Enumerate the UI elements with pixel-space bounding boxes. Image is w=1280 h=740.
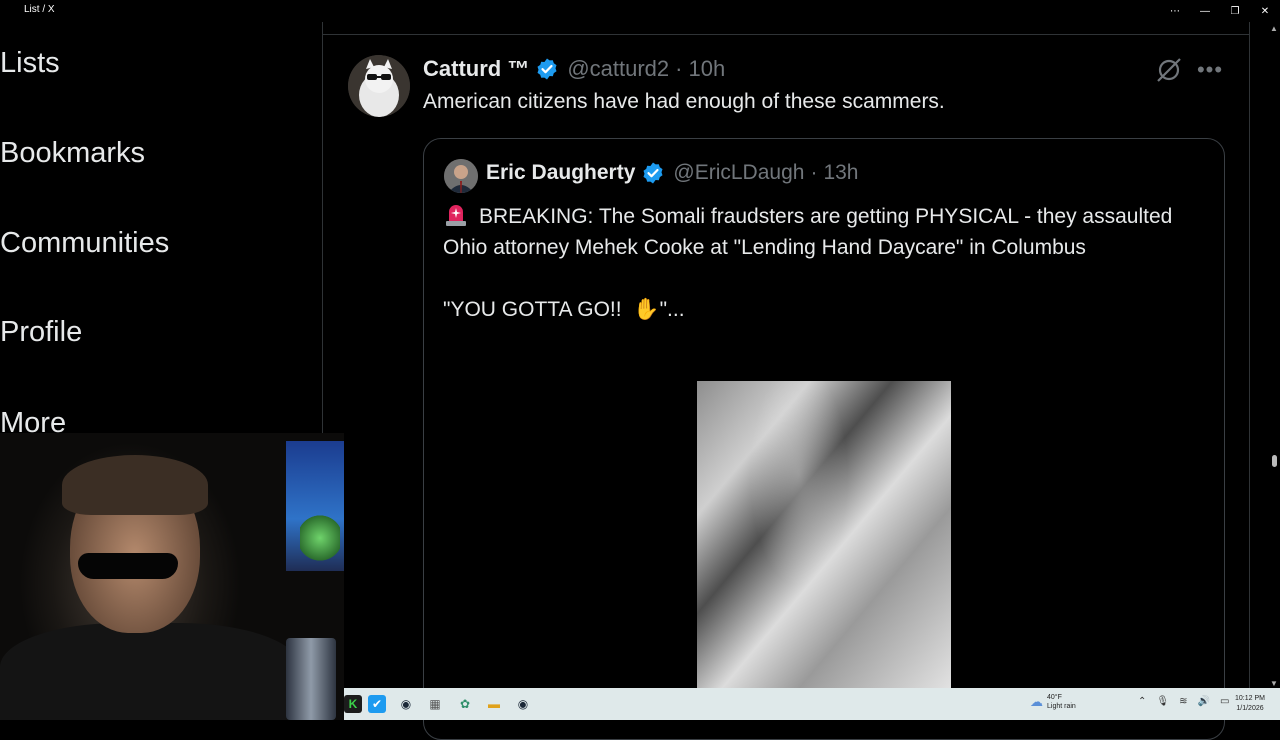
quoted-tweet-text: BREAKING: The Somali fraudsters are gett… (443, 201, 1203, 325)
nav-item-bookmarks[interactable]: Bookmarks (0, 137, 145, 170)
twitter-app-icon[interactable]: ✔ (368, 695, 386, 713)
tweet-time[interactable]: 10h (688, 56, 725, 82)
nav-item-profile[interactable]: Profile (0, 316, 82, 349)
microphone-icon[interactable]: 🎙 (1156, 696, 1169, 707)
webcam-can (286, 638, 336, 720)
chevron-up-icon[interactable]: ⌃ (1138, 696, 1146, 707)
system-clock[interactable]: 10:12 PM 1/1/2026 (1230, 694, 1270, 714)
separator-dot: · (810, 161, 818, 184)
quoted-text-paragraph: "YOU GOTTA GO!! ✋"... (443, 294, 1203, 325)
calculator-icon[interactable]: ▦ (426, 695, 444, 713)
scroll-down-icon[interactable]: ▼ (1270, 679, 1278, 688)
minimize-icon[interactable]: — (1190, 0, 1220, 22)
rotating-light-icon (443, 201, 469, 227)
close-icon[interactable]: ✕ (1250, 0, 1280, 22)
kebab-menu-icon[interactable]: ⋯ (1160, 0, 1190, 22)
author-name[interactable]: Catturd ™ (423, 56, 529, 82)
speaker-icon[interactable]: 🔊 (1197, 696, 1209, 707)
tweet-text: American citizens have had enough of the… (423, 90, 945, 113)
weather-temperature: 40°F (1047, 694, 1062, 701)
scrollbar[interactable]: ▲ ▼ (1268, 22, 1280, 688)
clock-date: 1/1/2026 (1236, 705, 1264, 712)
verified-badge-icon (641, 161, 665, 185)
window-titlebar: List / X ⋯ — ❐ ✕ (0, 0, 1280, 22)
quoted-media-video[interactable] (697, 381, 951, 691)
quoted-avatar (444, 159, 478, 193)
nav-item-communities[interactable]: Communities (0, 227, 169, 260)
restore-icon[interactable]: ❐ (1220, 0, 1250, 22)
author-handle[interactable]: @catturd2 (567, 56, 669, 82)
quoted-tweet-header: Eric Daugherty @EricLDaugh · 13h (486, 161, 858, 185)
steam-icon[interactable]: ◉ (397, 695, 415, 713)
quoted-text-line: BREAKING: The Somali fraudsters are gett… (443, 205, 1173, 259)
scroll-up-icon[interactable]: ▲ (1270, 24, 1278, 33)
steam-icon[interactable]: ◉ (514, 695, 532, 713)
window-title: List / X (24, 4, 55, 15)
separator-dot: · (675, 56, 683, 81)
weather-description: Light rain (1047, 703, 1076, 710)
folder-icon[interactable]: ▬ (485, 695, 503, 713)
webcam-sunglasses (78, 553, 178, 579)
quoted-author-handle[interactable]: @EricLDaugh (673, 161, 804, 185)
quoted-tweet-time[interactable]: 13h (823, 161, 858, 185)
grok-icon[interactable] (1155, 56, 1183, 84)
app-icon[interactable]: ✿ (456, 695, 474, 713)
webcam-overlay (0, 433, 344, 720)
quoted-text-paragraph: BREAKING: The Somali fraudsters are gett… (443, 201, 1203, 263)
scroll-thumb[interactable] (1272, 455, 1277, 467)
wifi-icon[interactable]: ≋ (1179, 696, 1187, 707)
webcam-person-body (0, 623, 300, 720)
webcam-plant (300, 513, 340, 563)
verified-badge-icon (535, 57, 559, 81)
rain-cloud-icon: ☁ (1030, 694, 1043, 709)
avatar-image (348, 55, 410, 117)
quoted-author-name[interactable]: Eric Daugherty (486, 161, 635, 185)
battery-icon[interactable]: ▭ (1220, 696, 1229, 707)
avatar[interactable] (348, 55, 410, 117)
system-tray: ⌃ 🎙 ≋ 🔊 ▭ (1138, 696, 1229, 707)
timeline-divider (323, 34, 1249, 35)
clock-time: 10:12 PM (1235, 695, 1265, 702)
webcam-person-hair (62, 455, 208, 515)
column-divider-right (1249, 22, 1250, 688)
quoted-text-line: "YOU GOTTA GO!! (443, 298, 628, 321)
quoted-text-line: "... (659, 298, 685, 321)
nav-item-lists[interactable]: Lists (0, 47, 60, 80)
tweet-header: Catturd ™ @catturd2 · 10h (423, 56, 725, 82)
window-controls: ⋯ — ❐ ✕ (1160, 0, 1280, 22)
quoted-tweet-card[interactable]: Eric Daugherty @EricLDaugh · 13h BREAKIN… (423, 138, 1225, 740)
kick-app-icon[interactable]: K (344, 695, 362, 713)
raised-hand-icon: ✋ (633, 298, 660, 321)
taskbar: K ✔ ◉ ▦ ✿ ▬ ◉ ☁ 40°F Light rain ⌃ 🎙 ≋ 🔊 … (344, 688, 1280, 720)
more-icon[interactable]: ••• (1196, 57, 1224, 82)
weather-widget[interactable]: ☁ 40°F Light rain (1030, 693, 1076, 711)
